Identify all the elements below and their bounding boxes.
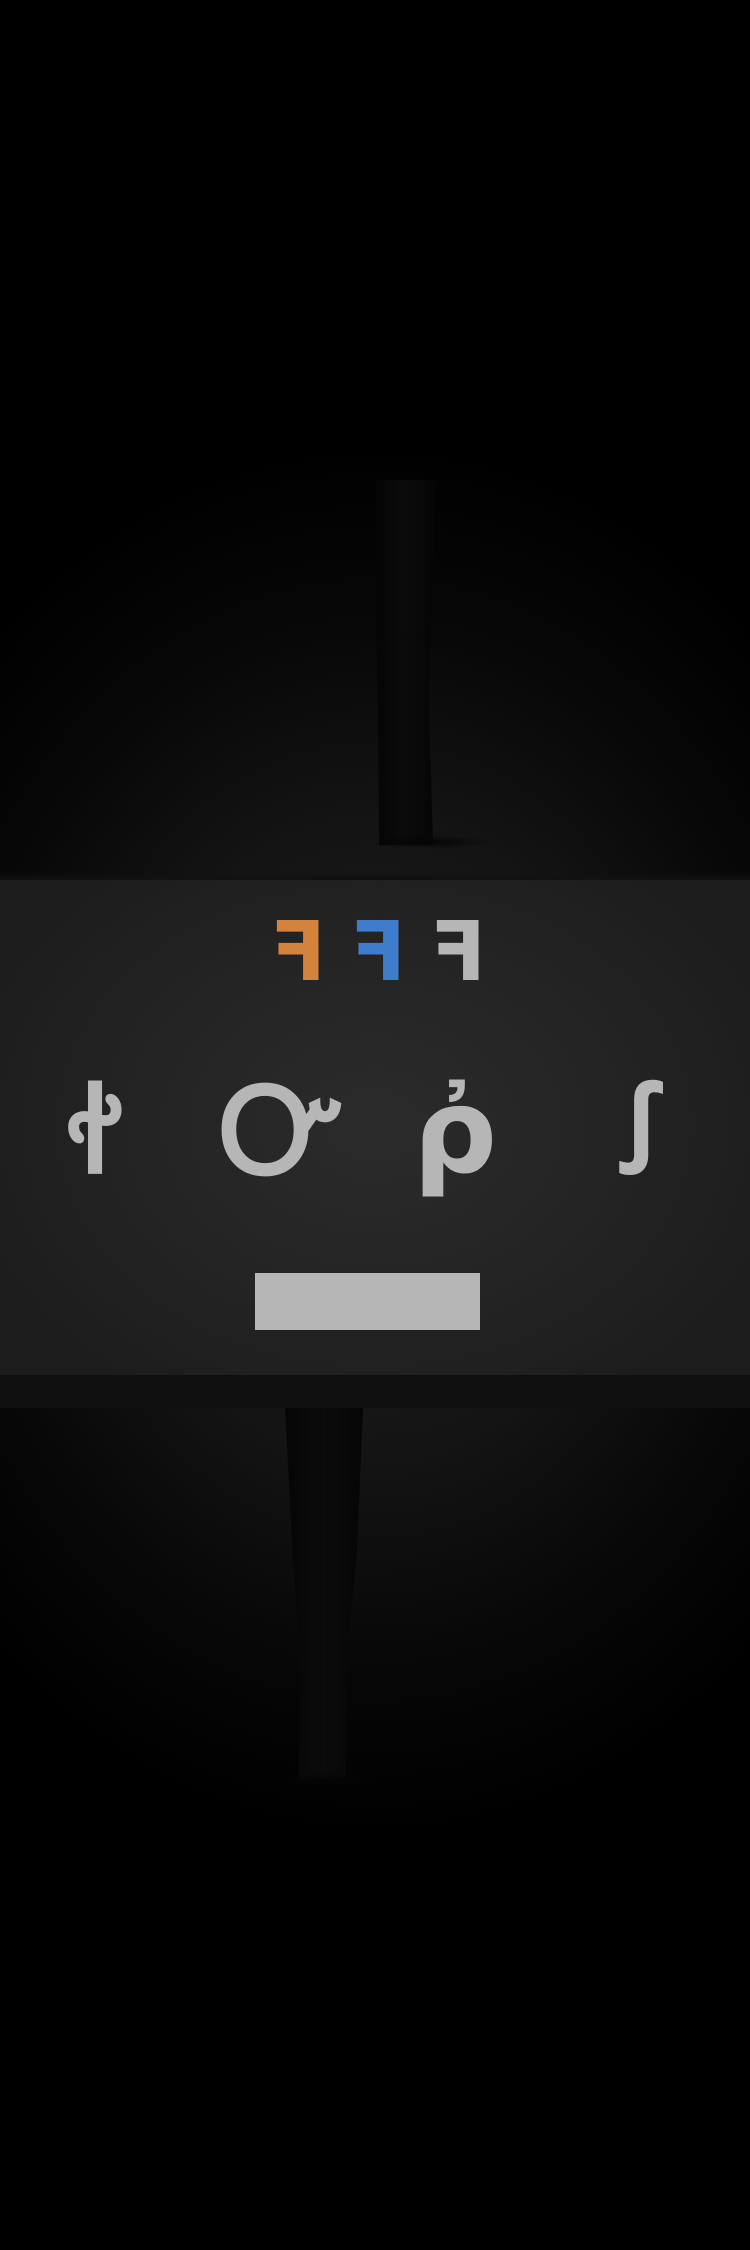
shadow-post-top <box>376 480 436 845</box>
marker-gray[interactable]: ꟻ <box>430 912 486 1002</box>
marker-blue[interactable]: ꟻ <box>350 912 406 1002</box>
panel-bottom-edge <box>0 1375 750 1408</box>
glyph-tile-3[interactable]: ῤ <box>395 1072 515 1242</box>
panel-top-edge <box>0 872 750 880</box>
shadow-post-bottom <box>285 1408 363 1778</box>
bar-button[interactable] <box>255 1273 480 1330</box>
glyph-tile-2[interactable]: Ꮕ <box>220 1072 344 1242</box>
shadow-post-bottom-base <box>270 1772 390 1788</box>
glyph-tile-4[interactable]: ꭍ <box>580 1072 700 1242</box>
game-stage: ꟻ ꟻ ꟻ ꬷ Ꮕ ῤ ꭍ <box>0 0 750 2250</box>
shadow-post-top-base <box>380 835 495 849</box>
glyph-tile-1[interactable]: ꬷ <box>35 1072 155 1242</box>
marker-orange[interactable]: ꟻ <box>270 912 326 1002</box>
